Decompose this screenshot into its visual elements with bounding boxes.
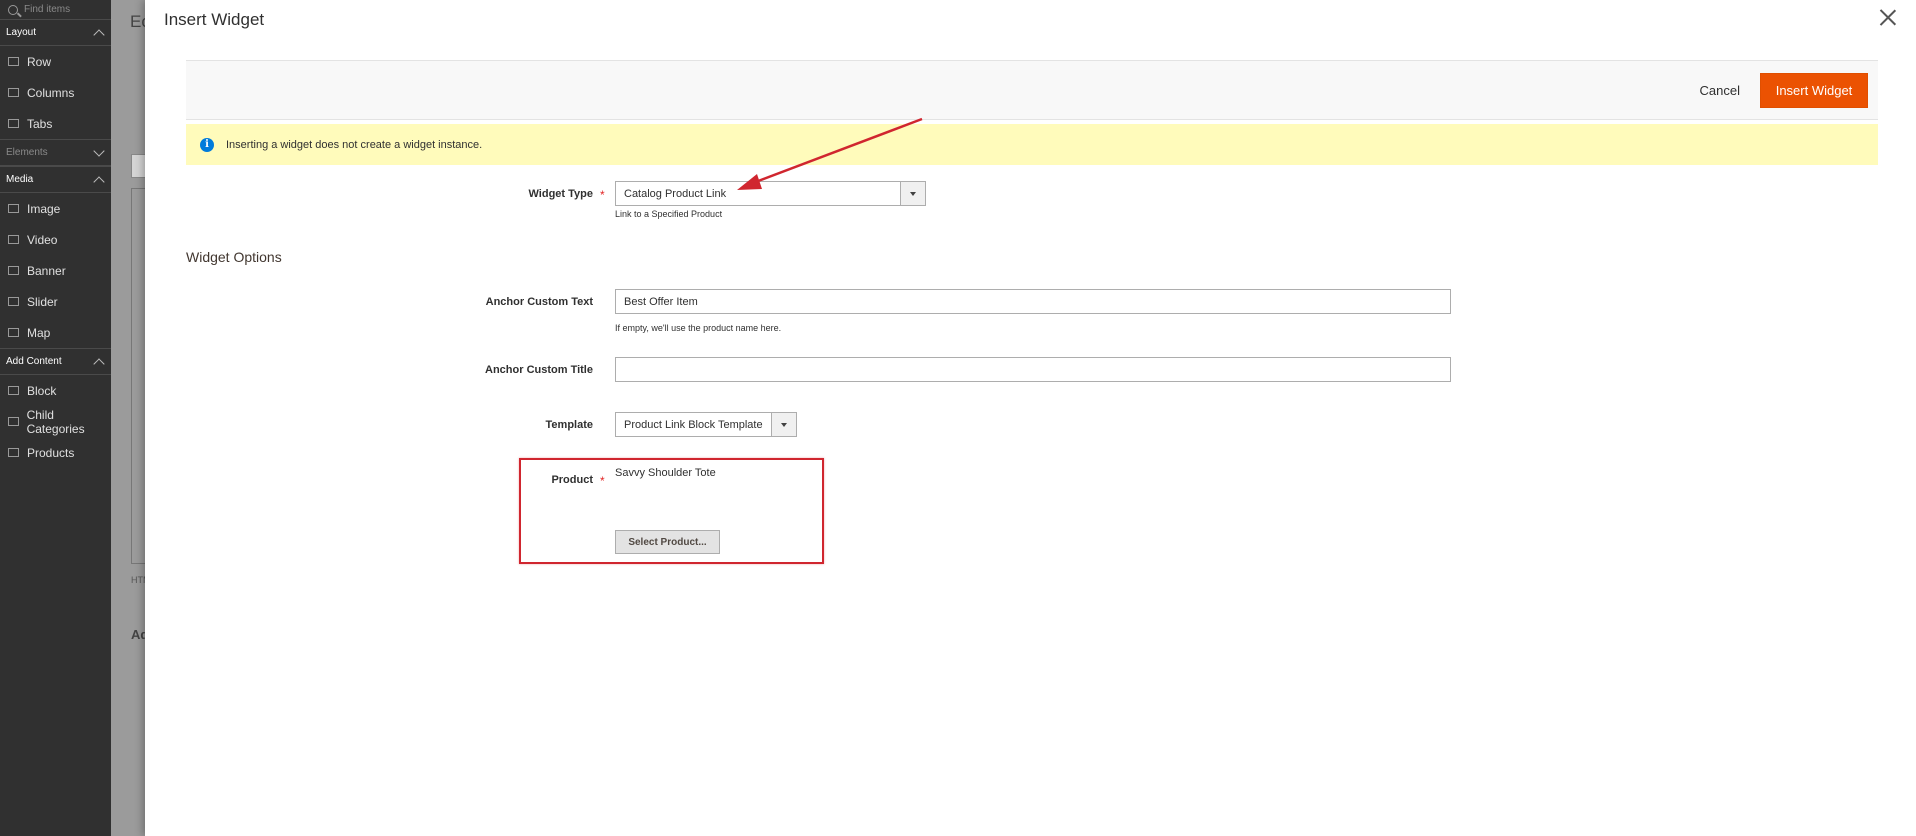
tabs-icon [8,119,19,128]
group-layout[interactable]: Layout [0,19,111,46]
group-label: Add Content [6,356,62,367]
modal-title: Insert Widget [164,10,265,29]
template-label: Template [545,419,593,431]
map-pin-icon [8,328,19,337]
widget-type-note: Link to a Specified Product [615,209,723,219]
annotation-highlight-box [519,458,824,564]
products-icon [8,448,19,457]
panel-item-row[interactable]: Row [0,46,111,77]
image-icon [8,204,19,213]
search-icon [8,4,18,15]
panel-item-map[interactable]: Map [0,317,111,348]
panel-item-slider[interactable]: Slider [0,286,111,317]
template-select[interactable]: Product Link Block Template [615,412,797,437]
group-label: Media [6,174,34,185]
panel-item-label: Slider [27,294,58,309]
panel-item-banner[interactable]: Banner [0,255,111,286]
video-icon [8,235,19,244]
chevron-up-icon [93,175,105,188]
info-notice: i Inserting a widget does not create a w… [186,124,1878,165]
banner-icon [8,266,19,275]
panel-item-label: Child Categories [26,407,85,436]
block-icon [8,386,19,395]
close-icon[interactable] [1878,8,1898,28]
panel-item-label: Columns [27,85,75,100]
row-icon [8,57,19,66]
panel-item-columns[interactable]: Columns [0,77,111,108]
insert-widget-modal: Insert Widget Cancel Insert Widget i Ins… [145,0,1916,836]
group-add-content[interactable]: Add Content [0,348,111,375]
widget-type-select[interactable]: Catalog Product Link [615,181,926,206]
panel-item-label: Block [27,383,57,398]
group-elements[interactable]: Elements [0,139,111,166]
chevron-down-icon [900,182,925,205]
chevron-up-icon [93,28,105,41]
anchor-text-note: If empty, we'll use the product name her… [615,323,782,333]
chevron-down-icon [93,144,105,157]
chevron-down-icon [771,413,796,436]
info-icon: i [200,137,214,152]
panel-item-label: Banner [27,263,66,278]
panel-item-label: Row [27,54,52,69]
page-builder-panel: Find items Layout Row Columns Tabs Eleme… [0,0,111,836]
panel-item-label: Products [27,445,75,460]
panel-item-block[interactable]: Block [0,375,111,406]
insert-widget-button[interactable]: Insert Widget [1760,73,1868,108]
panel-item-video[interactable]: Video [0,224,111,255]
widget-type-value: Catalog Product Link [624,187,727,200]
widget-type-label: Widget Type [528,188,593,200]
child-categories-icon [8,417,19,426]
panel-item-label: Tabs [27,116,53,131]
group-label: Layout [6,27,37,38]
panel-item-label: Map [27,325,51,340]
anchor-text-label: Anchor Custom Text [485,296,593,308]
panel-search[interactable]: Find items [0,0,111,19]
action-bar: Cancel Insert Widget [186,60,1878,120]
anchor-text-input[interactable]: Best Offer Item [615,289,1451,314]
group-media[interactable]: Media [0,166,111,193]
widget-options-title: Widget Options [186,249,282,265]
panel-item-image[interactable]: Image [0,193,111,224]
notice-text: Inserting a widget does not create a wid… [226,138,483,151]
anchor-title-label: Anchor Custom Title [485,364,593,376]
panel-item-label: Video [27,232,58,247]
chevron-up-icon [93,357,105,370]
template-value: Product Link Block Template [624,418,763,431]
search-input[interactable]: Find items [24,4,70,15]
columns-icon [8,88,19,97]
panel-item-label: Image [27,201,61,216]
panel-item-child-categories[interactable]: Child Categories [0,406,111,437]
slider-icon [8,297,19,306]
required-marker: * [600,188,605,202]
cancel-button[interactable]: Cancel [1700,83,1740,98]
panel-item-tabs[interactable]: Tabs [0,108,111,139]
group-label: Elements [6,147,48,158]
panel-item-products[interactable]: Products [0,437,111,468]
anchor-title-input[interactable] [615,357,1451,382]
